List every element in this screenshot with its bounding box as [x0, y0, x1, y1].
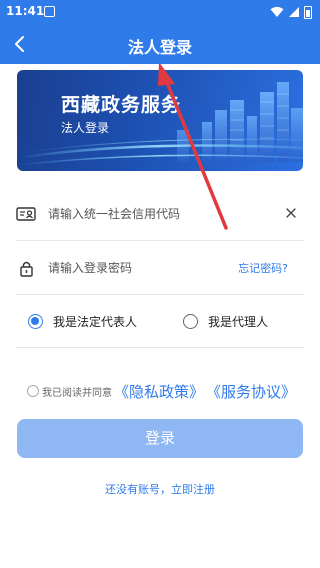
password-row: 忘记密码? [16, 241, 304, 295]
radio-unchecked-icon[interactable] [183, 313, 198, 329]
page-title: 法人登录 [127, 38, 192, 57]
role-label: 我是法定代表人 [53, 314, 138, 329]
status-bar: 11:41 [0, 0, 320, 24]
agreement-checkbox[interactable] [27, 385, 39, 397]
notification-icon [44, 6, 55, 17]
status-icons [270, 5, 312, 19]
register-link[interactable]: 还没有账号，立即注册 [0, 481, 320, 497]
role-selector: 我是法定代表人 我是代理人 [16, 295, 304, 348]
clear-icon[interactable] [284, 206, 298, 220]
credit-code-row [16, 187, 304, 241]
banner: 西藏政务服务 法人登录 [17, 70, 303, 171]
signal-icon [289, 7, 299, 17]
agreement-row: 我已阅读并同意 《隐私政策》 《服务协议》 [27, 378, 296, 404]
privacy-policy-link[interactable]: 《隐私政策》 [114, 381, 204, 402]
wifi-icon [270, 6, 284, 17]
status-time: 11:41 [6, 4, 45, 18]
agreement-text: 我已阅读并同意 [42, 387, 112, 399]
lock-icon [20, 261, 33, 277]
service-agreement-link[interactable]: 《服务协议》 [206, 381, 296, 402]
credit-code-input[interactable] [48, 204, 248, 224]
radio-checked-icon[interactable] [28, 313, 43, 329]
battery-icon [304, 5, 312, 19]
nav-bar: 法人登录 [0, 24, 320, 64]
role-option-legal-representative[interactable]: 我是法定代表人 [28, 311, 137, 331]
role-label: 我是代理人 [208, 314, 269, 329]
role-option-agent[interactable]: 我是代理人 [183, 311, 268, 331]
login-button[interactable]: 登录 [17, 419, 303, 458]
password-input[interactable] [48, 258, 248, 278]
city-skyline-illustration [17, 82, 303, 166]
banner-title: 西藏政务服务 [61, 94, 182, 116]
banner-subtitle: 法人登录 [61, 121, 110, 135]
id-card-icon [16, 207, 36, 221]
forgot-password-link[interactable]: 忘记密码? [238, 260, 288, 276]
